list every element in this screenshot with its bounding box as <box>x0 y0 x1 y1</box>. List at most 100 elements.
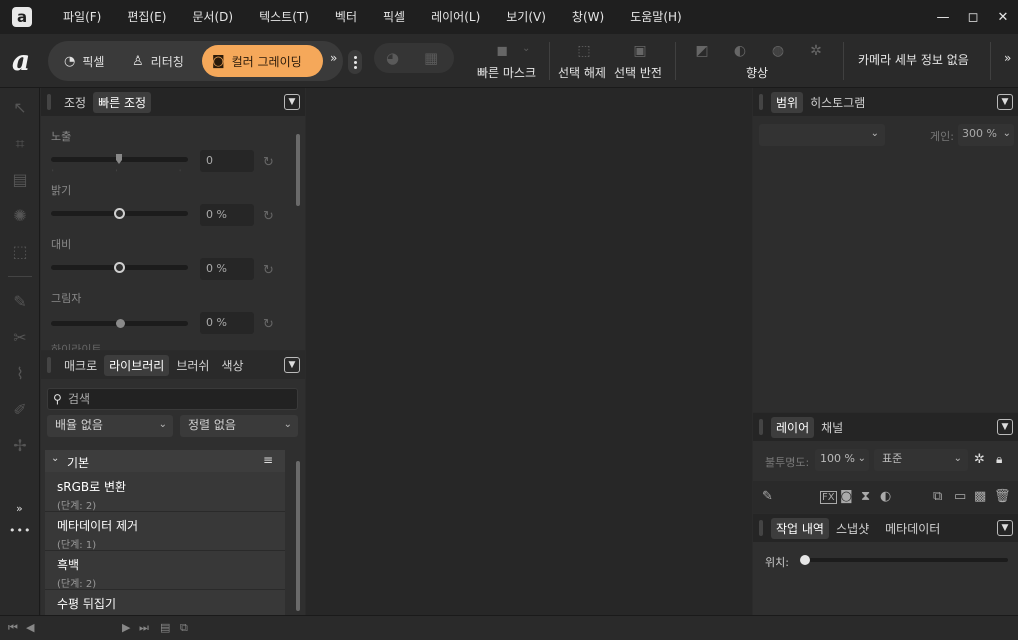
edit-layer-icon[interactable]: ✎ <box>762 489 773 504</box>
gear-icon[interactable]: ✲ <box>974 452 985 467</box>
deselect-icon[interactable]: ⬚ <box>574 42 594 60</box>
quick-mask-label[interactable]: 빠른 마스크 <box>477 64 536 81</box>
deselect-label[interactable]: 선택 해제 <box>558 64 606 81</box>
history-slider[interactable] <box>801 558 1008 562</box>
library-scrollbar[interactable] <box>296 461 300 611</box>
list-item[interactable]: sRGB로 변환 (단계: 2) <box>45 472 285 512</box>
affinity-logo-icon[interactable]: a <box>12 46 38 76</box>
last-page-icon[interactable]: ⏭ <box>139 621 149 635</box>
kebab-menu-icon[interactable] <box>348 50 362 74</box>
history-slider-handle[interactable] <box>800 555 810 565</box>
scale-dropdown[interactable]: 배율 없음 ⌄ <box>47 415 173 437</box>
paint-brush-tool-icon[interactable]: ✎ <box>10 292 30 312</box>
list-item[interactable]: 수평 뒤집기 <box>45 589 285 615</box>
library-group-header[interactable]: ⌄ 기본 ≡ <box>45 450 285 472</box>
list-item[interactable]: 메타데이터 제거 (단계: 1) <box>45 511 285 551</box>
tab-channels[interactable]: 채널 <box>816 417 848 438</box>
auto-colors-icon[interactable]: ◍ <box>768 42 788 60</box>
tab-snapshots[interactable]: 스냅샷 <box>831 518 874 539</box>
contrast-slider-handle[interactable] <box>114 262 125 273</box>
exposure-value[interactable]: 0 <box>200 150 254 172</box>
menu-file[interactable]: 파일(F) <box>50 0 114 34</box>
reset-icon[interactable]: ↻ <box>263 264 277 278</box>
minimize-button[interactable]: — <box>928 0 958 34</box>
previous-page-icon[interactable]: ◀ <box>26 621 34 634</box>
invert-selection-label[interactable]: 선택 반전 <box>614 64 662 81</box>
close-button[interactable]: ✕ <box>988 0 1018 34</box>
fx-icon[interactable]: FX <box>820 491 837 504</box>
shadows-slider-handle[interactable] <box>116 319 125 328</box>
contrast-value[interactable]: 0 % <box>200 258 254 280</box>
menu-layer[interactable]: 레이어(L) <box>418 0 493 34</box>
frame-tool-icon[interactable]: ▤ <box>10 170 30 190</box>
restore-button[interactable]: ◻ <box>958 0 988 34</box>
auto-contrast-icon[interactable]: ◐ <box>730 42 750 60</box>
brightness-slider-handle[interactable] <box>114 208 125 219</box>
menu-edit[interactable]: 편집(E) <box>114 0 179 34</box>
menu-pixel[interactable]: 픽셀 <box>370 0 418 34</box>
persona-pixel[interactable]: ◔ 픽셀 <box>54 45 114 77</box>
shadows-value[interactable]: 0 % <box>200 312 254 334</box>
menu-window[interactable]: 창(W) <box>559 0 617 34</box>
invert-selection-icon[interactable]: ▣ <box>630 42 650 60</box>
reset-icon[interactable]: ↻ <box>263 318 277 332</box>
list-item[interactable]: 흑백 (단계: 2) <box>45 550 285 590</box>
live-filter-icon[interactable]: ◐ <box>880 489 891 504</box>
sort-dropdown[interactable]: 정렬 없음 ⌄ <box>180 415 298 437</box>
persona-more-button[interactable]: » <box>330 51 337 65</box>
clone-tool-icon[interactable]: ✂ <box>10 328 30 348</box>
collapse-panel-icon[interactable]: ▼ <box>997 520 1013 536</box>
reset-icon[interactable]: ↻ <box>263 156 277 170</box>
mask-layer-icon[interactable]: ◙ <box>840 489 853 504</box>
menu-document[interactable]: 문서(D) <box>179 0 246 34</box>
panel-grip[interactable] <box>759 419 763 435</box>
panel-grip[interactable] <box>759 520 763 536</box>
toolbar-overflow-button[interactable]: » <box>1004 51 1011 65</box>
blend-mode-dropdown[interactable]: 표준 ⌄ <box>874 449 968 471</box>
collapse-panel-icon[interactable]: ▼ <box>284 94 300 110</box>
next-page-icon[interactable]: ▶ <box>122 621 130 634</box>
lock-icon[interactable]: 🔒︎ <box>996 452 1002 467</box>
page-icon[interactable]: ▤ <box>160 621 170 634</box>
crop-tool-icon[interactable]: ⌗ <box>10 134 30 154</box>
first-page-icon[interactable]: ⏮ <box>8 621 18 635</box>
dodge-tool-icon[interactable]: ⌇ <box>10 364 30 384</box>
collapse-panel-icon[interactable]: ▼ <box>997 94 1013 110</box>
adjustment-layer-icon[interactable]: ⧗ <box>861 489 870 504</box>
panel-grip[interactable] <box>759 94 763 110</box>
tab-quick-adjust[interactable]: 빠른 조정 <box>93 91 152 113</box>
tab-colors[interactable]: 색상 <box>216 355 248 376</box>
pages-icon[interactable]: ⧉ <box>180 621 188 635</box>
persona-color-grading[interactable]: ◙ 컬러 그레이딩 <box>202 45 323 77</box>
menu-vector[interactable]: 벡터 <box>322 0 370 34</box>
adjustments-scrollbar[interactable] <box>296 134 300 206</box>
color-picker-tool-icon[interactable]: ✢ <box>10 436 30 456</box>
trash-icon[interactable]: 🗑︎ <box>994 489 1011 504</box>
opacity-dropdown[interactable]: 100 % ⌄ <box>815 449 869 471</box>
brightness-value[interactable]: 0 % <box>200 204 254 226</box>
chevron-down-icon[interactable]: ⌄ <box>522 43 530 54</box>
scope-type-dropdown[interactable]: ⌄ <box>759 124 885 146</box>
menu-view[interactable]: 보기(V) <box>493 0 559 34</box>
group-layers-icon[interactable]: ⧉ <box>933 489 942 504</box>
move-tool-icon[interactable]: ↖ <box>10 98 30 118</box>
panel-grip[interactable] <box>47 94 51 110</box>
panel-grip[interactable] <box>47 357 51 373</box>
persona-retouch[interactable]: ♙ 리터칭 <box>122 45 194 77</box>
tab-macro[interactable]: 매크로 <box>59 355 102 376</box>
burn-tool-icon[interactable]: ✐ <box>10 400 30 420</box>
tools-options-icon[interactable]: ••• <box>9 524 31 537</box>
folder-icon[interactable]: ▭ <box>954 489 966 504</box>
tools-more-button[interactable]: » <box>16 502 23 515</box>
tab-layers[interactable]: 레이어 <box>771 416 815 438</box>
collapse-panel-icon[interactable]: ▼ <box>997 419 1013 435</box>
auto-levels-icon[interactable]: ◩ <box>692 42 712 60</box>
marquee-tool-icon[interactable]: ⬚ <box>10 242 30 262</box>
menu-text[interactable]: 텍스트(T) <box>246 0 322 34</box>
quick-mask-icon[interactable]: ◼ <box>492 42 512 60</box>
auto-white-balance-icon[interactable]: ✲ <box>806 42 826 60</box>
pixel-layer-icon[interactable]: ▩ <box>974 489 986 504</box>
reset-icon[interactable]: ↻ <box>263 210 277 224</box>
tab-library[interactable]: 라이브러리 <box>104 354 170 376</box>
tab-scope[interactable]: 범위 <box>771 91 804 113</box>
